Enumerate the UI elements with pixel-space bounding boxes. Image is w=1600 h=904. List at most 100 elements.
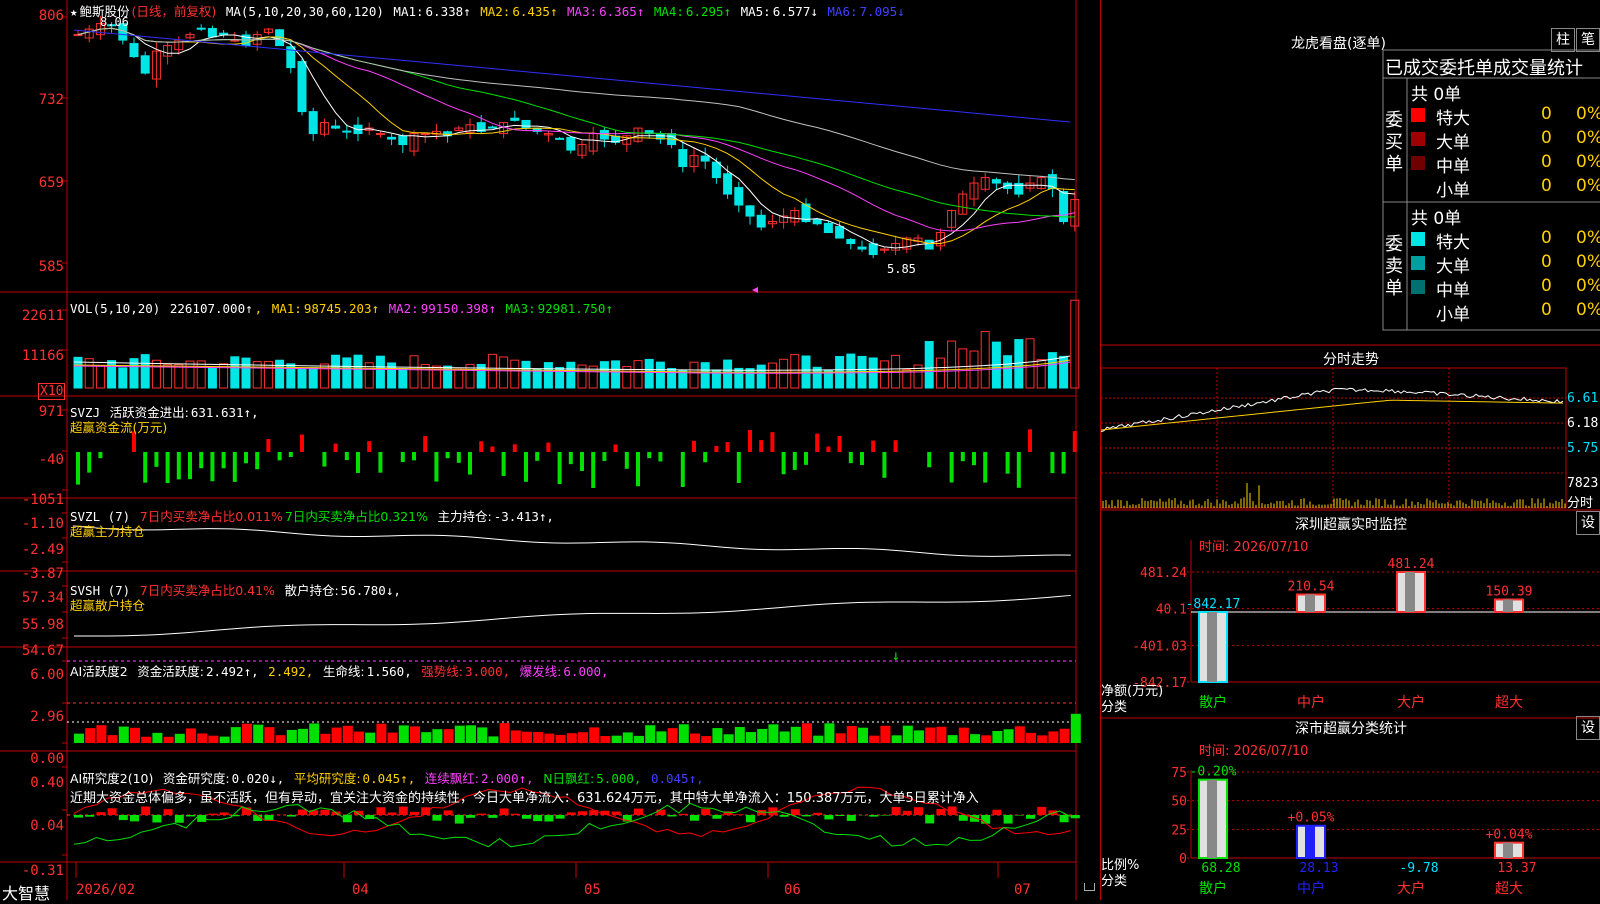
flow-bar	[1073, 431, 1077, 452]
research-bar	[175, 815, 184, 823]
volume-bar	[522, 361, 530, 388]
flow-bar	[177, 452, 181, 479]
flow-bar	[412, 452, 416, 460]
svzl-title[interactable]: SVZL (7)	[70, 509, 130, 524]
flow-bar	[804, 452, 808, 465]
flow-bar	[726, 442, 730, 452]
szcls-top-label: -0.20%	[1190, 765, 1237, 780]
activity-bar	[981, 735, 991, 743]
sell-xl-name: 特大	[1436, 228, 1470, 253]
szcls-value-label: 28.13	[1299, 861, 1338, 876]
activity-bar	[1071, 714, 1081, 743]
volume-bar	[108, 361, 116, 388]
activity-bar	[186, 728, 196, 743]
flow-bar	[446, 452, 450, 458]
candle-body	[488, 127, 496, 128]
volume-bar	[735, 368, 743, 388]
activity-bar	[936, 727, 946, 743]
activity-bar	[768, 724, 778, 743]
ma3-line	[78, 28, 1075, 231]
activity-bar	[544, 734, 554, 743]
activity-bar	[164, 737, 174, 743]
volume-bar	[612, 361, 620, 388]
lock-icon[interactable]	[1084, 883, 1095, 891]
research-bar	[802, 815, 811, 816]
brand-logo[interactable]: 大智慧	[2, 880, 50, 904]
sell-total: 共 0单	[1411, 204, 1461, 229]
candle-body	[332, 126, 340, 128]
vol-ma2-label: MA2:	[389, 301, 419, 316]
szmon-settings-button[interactable]: 设	[1576, 511, 1600, 535]
svzl-header: SVZL (7) 7日内买卖净占比0.011%7日内买卖净占比0.321% 主力…	[70, 509, 556, 539]
activity-bar	[208, 736, 218, 743]
ai2-ylabel-1: 0.04	[2, 818, 64, 834]
activity-bar	[578, 732, 588, 743]
flow-bar	[972, 452, 976, 465]
volume-bar	[656, 362, 664, 388]
sell-xl-count: 0	[1541, 228, 1552, 248]
candle-body	[522, 120, 530, 128]
ma4-line	[78, 28, 1075, 217]
activity-bar	[231, 727, 241, 743]
candle-body	[724, 174, 732, 194]
volume-bar	[533, 369, 541, 388]
svsh-title[interactable]: SVSH (7)	[70, 583, 130, 598]
volume-bar	[175, 365, 183, 388]
szmon-bar-shade	[1503, 599, 1513, 612]
volume-title[interactable]: VOL(5,10,20)	[70, 301, 160, 316]
tick-mode-button[interactable]: 笔	[1576, 28, 1600, 52]
flow-bar	[266, 439, 270, 452]
flow-bar	[468, 452, 472, 475]
right-panel: 481.2440.1-401.03-842.17-842.17散户210.54中…	[1100, 0, 1600, 900]
activity-bar	[567, 733, 577, 743]
research-bar	[186, 815, 195, 816]
volume-bar	[231, 357, 239, 388]
research-bar	[1015, 815, 1024, 816]
main-chart-svg[interactable]: ↓	[0, 0, 1100, 900]
candle-body	[220, 33, 228, 34]
research-bar	[925, 815, 934, 823]
volume-bar	[645, 359, 653, 388]
sell-s-count: 0	[1541, 300, 1552, 320]
research-bar	[880, 815, 889, 816]
flow-bar	[154, 452, 158, 467]
volume-bar	[376, 356, 384, 388]
volume-bar	[847, 354, 855, 388]
main-chart-area[interactable]: ↓ ★鲍斯股份(日线，前复权) MA(5,10,20,30,60,120) MA…	[0, 0, 1100, 900]
research-bar	[466, 815, 475, 818]
candle-body	[298, 62, 306, 112]
svzl-value: -3.413↑,	[494, 509, 554, 524]
volume-bar	[242, 358, 250, 388]
szcls-title: 深市超赢分类统计	[1101, 718, 1600, 738]
szcls-ytick-label: 0	[1179, 852, 1187, 867]
volume-bar	[186, 361, 194, 388]
ma3-label: MA3:	[567, 4, 597, 19]
volume-bar	[757, 365, 765, 388]
flow-bar	[950, 452, 954, 483]
sell-s-name: 小单	[1436, 300, 1470, 325]
intraday-unit: 分时	[1567, 492, 1593, 511]
candle-body	[511, 118, 519, 120]
szcls-settings-button[interactable]: 设	[1576, 716, 1600, 740]
szcls-bar-shade	[1305, 826, 1315, 858]
ai2-title[interactable]: AI研究度2(10)	[70, 771, 153, 786]
volume-bar	[511, 360, 519, 388]
favorite-star-icon[interactable]: ★	[70, 4, 78, 19]
down-arrow-icon: ↓	[892, 648, 900, 664]
flow-bar	[255, 452, 259, 469]
flow-bar	[345, 452, 349, 460]
ai1-title[interactable]: AI活跃度2	[70, 664, 128, 679]
volume-bar	[85, 359, 93, 388]
candle-body	[869, 244, 877, 255]
volume-bar	[152, 360, 160, 388]
bar-mode-button[interactable]: 柱	[1551, 28, 1575, 52]
activity-bar	[432, 729, 442, 743]
research-bar	[780, 815, 789, 817]
svzj-title[interactable]: SVZJ	[70, 405, 100, 420]
svzl-subtitle: 超赢主力持仓	[70, 524, 145, 539]
vol-ma2-value: 99150.398↑	[421, 301, 496, 316]
flow-bar	[625, 452, 629, 469]
volume-bar	[96, 366, 104, 388]
candle-body	[712, 162, 720, 177]
chart-mode[interactable]: (日线，前复权)	[132, 4, 217, 19]
